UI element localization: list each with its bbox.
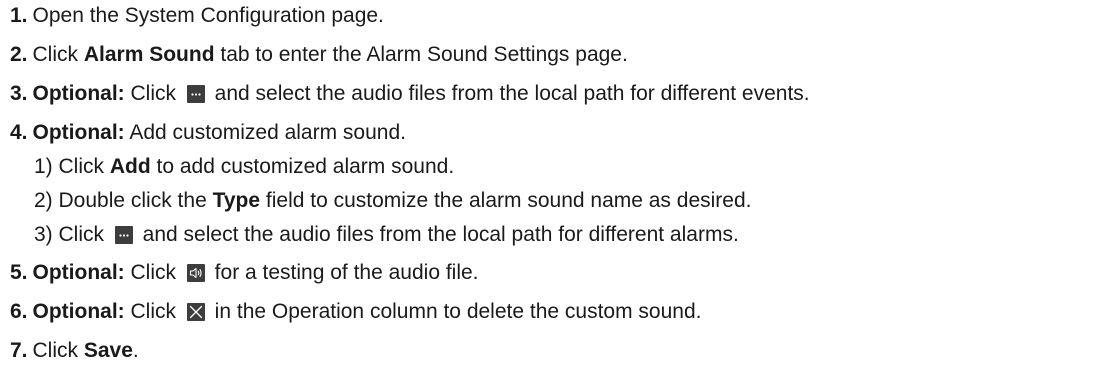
step-text: in the Operation column to delete the cu…	[208, 300, 702, 323]
step-text: Click	[124, 82, 182, 105]
step-text: Click	[124, 261, 182, 284]
substep-text: and select the audio files from the loca…	[136, 223, 739, 246]
optional-label: Optional:	[32, 261, 125, 284]
step-number: 5.	[10, 261, 28, 284]
substep-2: 2) Double click the Type field to custom…	[34, 187, 751, 215]
step-text: tab to enter the Alarm Sound Settings pa…	[214, 43, 628, 66]
step-text: Add customized alarm sound.	[124, 121, 406, 144]
step-number: 4.	[10, 121, 28, 144]
ellipsis-browse-icon	[186, 85, 205, 103]
step-text: Click	[32, 43, 84, 66]
step-1: 1. Open the System Configuration page.	[10, 2, 384, 30]
step-number: 7.	[10, 339, 28, 362]
step-7: 7. Click Save.	[10, 337, 139, 365]
ui-term-save: Save	[83, 339, 133, 362]
substep-text: field to customize the alarm sound name …	[260, 189, 752, 212]
step-number: 1.	[10, 4, 28, 27]
ui-term-type: Type	[212, 189, 261, 212]
speaker-test-icon	[186, 264, 205, 282]
step-number: 6.	[10, 300, 28, 323]
optional-label: Optional:	[32, 82, 125, 105]
substep-text: 1) Click	[34, 155, 110, 178]
step-text: for a testing of the audio file.	[208, 261, 479, 284]
substep-text: 2) Double click the	[34, 189, 213, 212]
step-5: 5. Optional: Click for a testing of the a…	[10, 259, 479, 287]
substep-1: 1) Click Add to add customized alarm sou…	[34, 153, 454, 181]
step-text: Open the System Configuration page.	[32, 4, 384, 27]
step-6: 6. Optional: Click in the Operation colum…	[10, 298, 701, 326]
substep-text: to add customized alarm sound.	[150, 155, 455, 178]
step-4: 4. Optional: Add customized alarm sound.	[10, 119, 406, 147]
optional-label: Optional:	[32, 121, 125, 144]
step-text: .	[132, 339, 139, 362]
substep-text: 3) Click	[34, 223, 110, 246]
ellipsis-browse-icon	[114, 226, 133, 244]
substep-3: 3) Click and select the audio files from…	[34, 221, 739, 249]
optional-label: Optional:	[32, 300, 125, 323]
close-delete-icon	[186, 303, 205, 321]
step-3: 3. Optional: Click and select the audio f…	[10, 80, 810, 108]
step-text: Click	[32, 339, 84, 362]
step-number: 3.	[10, 82, 28, 105]
ui-term-add: Add	[109, 155, 151, 178]
step-number: 2.	[10, 43, 28, 66]
step-2: 2. Click Alarm Sound tab to enter the Ala…	[10, 41, 628, 69]
step-text: Click	[124, 300, 182, 323]
ui-term-alarm-sound: Alarm Sound	[83, 43, 215, 66]
instruction-list: 1. Open the System Configuration page. 2.…	[0, 0, 1113, 392]
step-text: and select the audio files from the loca…	[208, 82, 810, 105]
